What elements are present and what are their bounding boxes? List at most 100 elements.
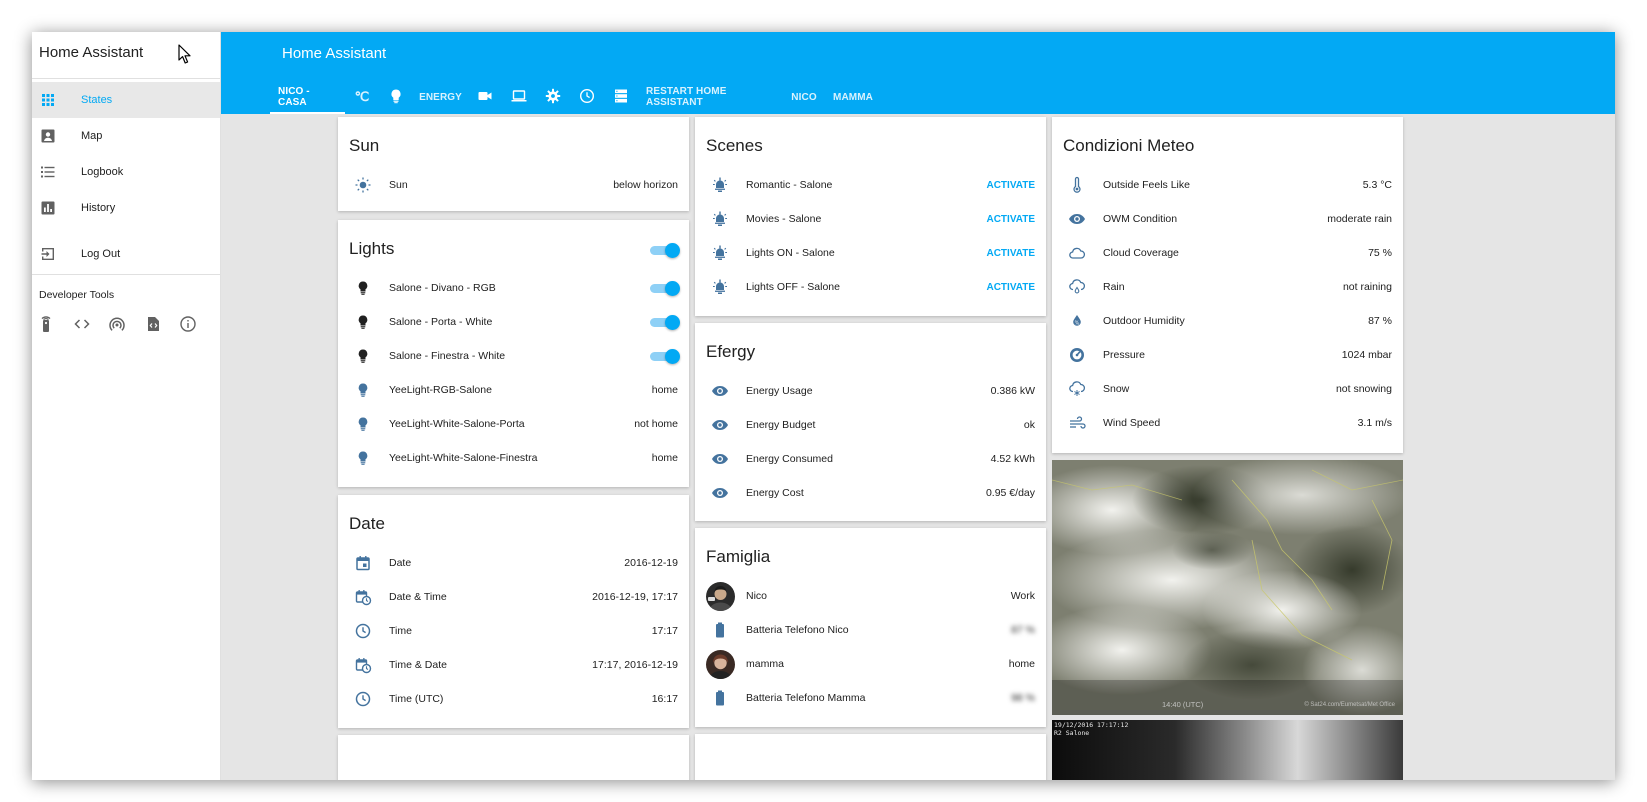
avatar bbox=[706, 650, 735, 679]
entity-name: Romantic - Salone bbox=[746, 179, 833, 191]
entity-row[interactable]: Wind Speed 3.1 m/s bbox=[1052, 406, 1403, 440]
entity-row[interactable]: Sun below horizon bbox=[338, 168, 689, 202]
entity-name: Date & Time bbox=[389, 591, 447, 603]
scene-icon bbox=[711, 278, 729, 296]
entity-row[interactable]: Energy Budget ok bbox=[695, 408, 1046, 442]
entity-state: 4.52 kWh bbox=[990, 453, 1035, 465]
entity-row[interactable]: Snow not snowing bbox=[1052, 372, 1403, 406]
light-toggle[interactable] bbox=[650, 349, 680, 364]
entity-name: Time & Date bbox=[389, 659, 447, 671]
camera-timestamp: 14:40 (UTC) bbox=[1162, 700, 1204, 709]
code-icon[interactable] bbox=[73, 315, 91, 333]
entity-row[interactable]: Date 2016-12-19 bbox=[338, 546, 689, 580]
entity-row[interactable]: Rain not raining bbox=[1052, 270, 1403, 304]
sidebar-item-history[interactable]: History bbox=[32, 190, 220, 226]
entity-row[interactable]: Nico Work bbox=[695, 579, 1046, 613]
scene-row: Lights ON - Salone ACTIVATE bbox=[695, 236, 1046, 270]
entity-row[interactable]: Pressure 1024 mbar bbox=[1052, 338, 1403, 372]
entity-row[interactable]: Date & Time 2016-12-19, 17:17 bbox=[338, 580, 689, 614]
card-title: Lights bbox=[349, 239, 395, 258]
info-icon[interactable] bbox=[179, 315, 197, 333]
entity-name: Energy Usage bbox=[746, 385, 813, 397]
tab-server[interactable] bbox=[604, 80, 638, 114]
card-title: Scenes bbox=[706, 136, 763, 155]
template-icon[interactable] bbox=[144, 315, 162, 333]
tab-settings[interactable] bbox=[536, 80, 570, 114]
entity-state: 2016-12-19, 17:17 bbox=[592, 591, 678, 603]
entity-state: not raining bbox=[1342, 281, 1392, 293]
sidebar-item-map[interactable]: Map bbox=[32, 118, 220, 154]
tab-nico-casa[interactable]: NICO - CASA bbox=[270, 80, 345, 114]
entity-row[interactable]: Salone - Divano - RGB bbox=[338, 271, 689, 305]
tab-temperature[interactable]: ℃ bbox=[345, 80, 379, 114]
logout-icon bbox=[40, 246, 56, 262]
entity-row[interactable]: Cloud Coverage 75 % bbox=[1052, 236, 1403, 270]
light-toggle[interactable] bbox=[650, 315, 680, 330]
entity-row[interactable]: YeeLight-White-Salone-Finestra home bbox=[338, 441, 689, 475]
satellite-camera[interactable]: 14:40 (UTC) © Sat24.com/Eumetsat/Met Off… bbox=[1052, 460, 1403, 715]
gear-icon bbox=[545, 88, 561, 107]
entity-state: Work bbox=[1010, 590, 1035, 602]
entity-row[interactable]: Time & Date 17:17, 2016-12-19 bbox=[338, 648, 689, 682]
light-toggle[interactable] bbox=[650, 281, 680, 296]
card-title: Efergy bbox=[706, 342, 756, 361]
sun-card: Sun Sun below horizon bbox=[338, 117, 689, 211]
entity-row[interactable]: Energy Usage 0.386 kW bbox=[695, 374, 1046, 408]
calendar-icon bbox=[354, 554, 372, 572]
mqtt-icon[interactable] bbox=[108, 315, 126, 333]
eye-icon bbox=[711, 416, 729, 434]
grid-icon bbox=[40, 92, 56, 108]
calendar-clock-icon bbox=[354, 588, 372, 606]
activate-button[interactable]: ACTIVATE bbox=[986, 248, 1035, 259]
partial-card bbox=[338, 735, 689, 780]
entity-name: Time bbox=[389, 625, 412, 637]
entity-row[interactable]: Salone - Porta - White bbox=[338, 305, 689, 339]
remote-icon[interactable] bbox=[37, 315, 55, 333]
app-window: Home Assistant States Map Logbook Histor… bbox=[32, 32, 1615, 780]
entity-name: Lights OFF - Salone bbox=[746, 281, 840, 293]
activate-button[interactable]: ACTIVATE bbox=[986, 180, 1035, 191]
tab-clock[interactable] bbox=[570, 80, 604, 114]
group-toggle[interactable] bbox=[650, 243, 680, 258]
tab-laptop[interactable] bbox=[502, 80, 536, 114]
cloud-snow-icon bbox=[1068, 380, 1086, 398]
tab-video[interactable] bbox=[468, 80, 502, 114]
cloud-icon bbox=[1068, 244, 1086, 262]
activate-button[interactable]: ACTIVATE bbox=[986, 282, 1035, 293]
tab-restart[interactable]: RESTART HOME ASSISTANT bbox=[638, 80, 784, 114]
partial-card bbox=[695, 734, 1046, 780]
entity-row[interactable]: Time 17:17 bbox=[338, 614, 689, 648]
entity-row[interactable]: Energy Consumed 4.52 kWh bbox=[695, 442, 1046, 476]
entity-row[interactable]: YeeLight-RGB-Salone home bbox=[338, 373, 689, 407]
bulb-icon bbox=[354, 381, 372, 399]
developer-tools-title: Developer Tools bbox=[39, 289, 115, 301]
entity-row[interactable]: YeeLight-White-Salone-Porta not home bbox=[338, 407, 689, 441]
sidebar-item-states[interactable]: States bbox=[32, 82, 220, 118]
entity-state: home bbox=[1008, 658, 1035, 670]
sidebar-item-logbook[interactable]: Logbook bbox=[32, 154, 220, 190]
entity-row[interactable]: OWM Condition moderate rain bbox=[1052, 202, 1403, 236]
entity-row[interactable]: Salone - Finestra - White bbox=[338, 339, 689, 373]
tab-energy[interactable]: ENERGY bbox=[413, 80, 468, 114]
video-icon bbox=[477, 88, 493, 107]
entity-name: Cloud Coverage bbox=[1103, 247, 1179, 259]
entity-row[interactable]: mamma home bbox=[695, 647, 1046, 681]
tab-label: RESTART HOME ASSISTANT bbox=[646, 86, 727, 108]
entity-state: ok bbox=[1023, 419, 1035, 431]
entity-row[interactable]: Outside Feels Like 5.3 °C bbox=[1052, 168, 1403, 202]
entity-row[interactable]: Batteria Telefono Nico 87 % bbox=[695, 613, 1046, 647]
tab-mamma[interactable]: MAMMA bbox=[824, 80, 882, 114]
entity-name: Energy Budget bbox=[746, 419, 816, 431]
entity-row[interactable]: Energy Cost 0.95 €/day bbox=[695, 476, 1046, 510]
sidebar-item-label: History bbox=[81, 202, 116, 214]
entity-row[interactable]: % Outdoor Humidity 87 % bbox=[1052, 304, 1403, 338]
tab-lights[interactable] bbox=[379, 80, 413, 114]
entity-row[interactable]: Batteria Telefono Mamma 98 % bbox=[695, 681, 1046, 715]
sidebar-item-logout[interactable]: Log Out bbox=[32, 236, 220, 272]
activate-button[interactable]: ACTIVATE bbox=[986, 214, 1035, 225]
entity-state: 16:17 bbox=[651, 693, 678, 705]
scene-row: Romantic - Salone ACTIVATE bbox=[695, 168, 1046, 202]
salone-camera[interactable]: 19/12/2016 17:17:12 R2 Salone bbox=[1052, 720, 1403, 780]
tab-nico[interactable]: NICO bbox=[784, 80, 824, 114]
entity-row[interactable]: Time (UTC) 16:17 bbox=[338, 682, 689, 716]
